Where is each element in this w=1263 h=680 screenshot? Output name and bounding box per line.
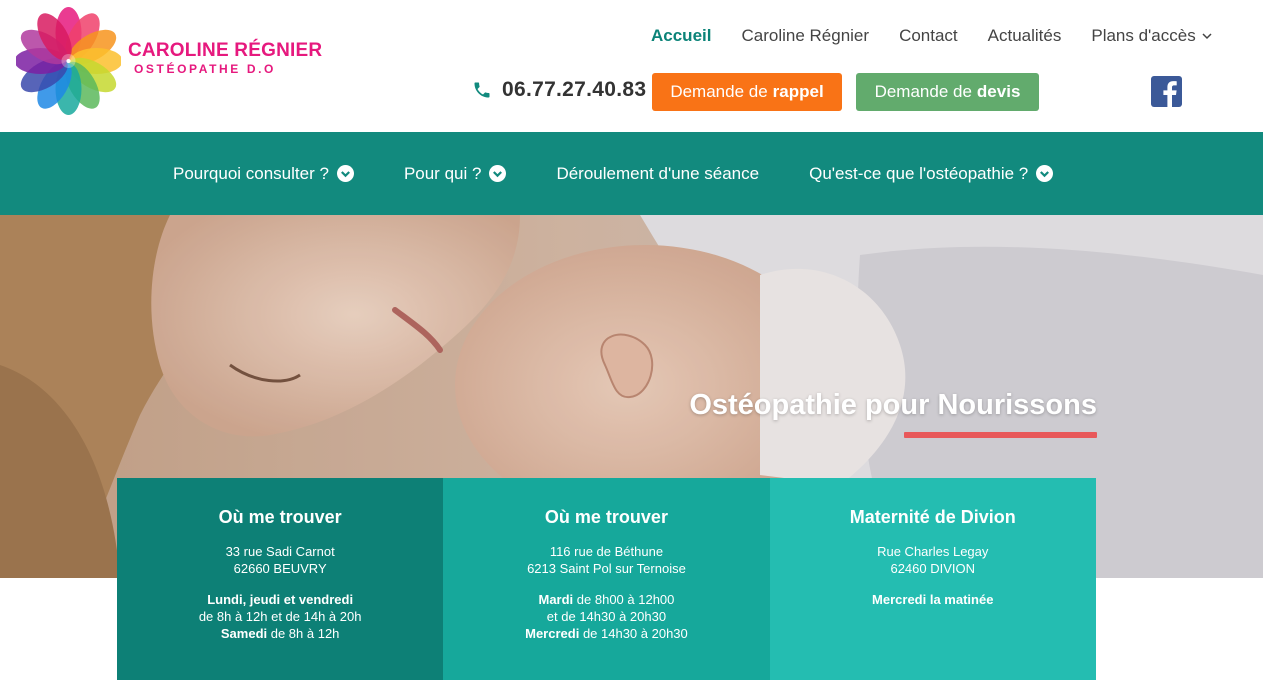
location-cards: Où me trouver 33 rue Sadi Carnot 62660 B… bbox=[117, 478, 1096, 680]
quote-prefix: Demande de bbox=[874, 82, 972, 101]
brand-name: CAROLINE RÉGNIER bbox=[128, 40, 323, 61]
nav-plans-acces-label: Plans d'accès bbox=[1091, 26, 1196, 45]
chevron-circle-down-icon bbox=[336, 165, 354, 182]
location-card-divion: Maternité de Divion Rue Charles Legay 62… bbox=[769, 478, 1096, 680]
hero-title: Ostéopathie pour Nourissons bbox=[689, 389, 1097, 421]
location-title: Où me trouver bbox=[218, 507, 342, 527]
subnav-deroulement-seance-label: Déroulement d'une séance bbox=[556, 163, 760, 183]
phone-number: 06.77.27.40.83 bbox=[502, 78, 647, 101]
hours-day: Mercredi bbox=[525, 626, 580, 641]
nav-contact[interactable]: Contact bbox=[899, 26, 958, 46]
subnav-pourquoi-consulter-label: Pourquoi consulter ? bbox=[173, 163, 329, 183]
callback-prefix: Demande de bbox=[670, 82, 768, 101]
facebook-link[interactable] bbox=[1151, 76, 1182, 107]
quote-strong: devis bbox=[976, 82, 1021, 101]
address-line: 62460 DIVION bbox=[890, 561, 976, 576]
address-line: 33 rue Sadi Carnot bbox=[225, 544, 335, 559]
callback-strong: rappel bbox=[772, 82, 824, 101]
subnav-quest-ce-que-osteopathie[interactable]: Qu'est-ce que l'ostéopathie ? bbox=[809, 163, 1054, 184]
address-line: 62660 BEUVRY bbox=[233, 561, 327, 576]
nav-accueil[interactable]: Accueil bbox=[651, 26, 711, 46]
location-hours: Mardi de 8h00 à 12h00 et de 14h30 à 20h3… bbox=[443, 591, 769, 642]
subnav-pourquoi-consulter[interactable]: Pourquoi consulter ? bbox=[173, 164, 354, 184]
nav-plans-acces[interactable]: Plans d'accès bbox=[1091, 26, 1212, 46]
chevron-down-icon bbox=[1202, 33, 1212, 40]
address-line: 6213 Saint Pol sur Ternoise bbox=[527, 561, 686, 576]
subnav-pour-qui[interactable]: Pour qui ? bbox=[404, 164, 507, 184]
location-address: 33 rue Sadi Carnot 62660 BEUVRY bbox=[117, 543, 443, 577]
location-title: Où me trouver bbox=[544, 507, 668, 527]
hours-time: et de 14h30 à 20h30 bbox=[546, 609, 667, 624]
nav-actualites[interactable]: Actualités bbox=[988, 26, 1062, 46]
logo[interactable]: CAROLINE RÉGNIER OSTÉOPATHE D.O bbox=[16, 6, 322, 116]
hours-time: de 8h à 12h et de 14h à 20h bbox=[198, 609, 362, 624]
hours-day: Mardi bbox=[538, 592, 574, 607]
hero-title-underline bbox=[904, 432, 1097, 438]
flower-logo-icon bbox=[16, 7, 121, 115]
phone-icon bbox=[474, 82, 490, 98]
secondary-nav: Pourquoi consulter ? Pour qui ? Déroulem… bbox=[0, 132, 1263, 215]
location-address: 116 rue de Béthune 6213 Saint Pol sur Te… bbox=[443, 543, 769, 577]
hours-day: Mercredi la matinée bbox=[872, 592, 994, 607]
location-hours: Mercredi la matinée bbox=[770, 591, 1096, 608]
subnav-pour-qui-label: Pour qui ? bbox=[403, 163, 482, 183]
quote-request-button[interactable]: Demande de devis bbox=[856, 73, 1039, 111]
hours-day: Lundi, jeudi et vendredi bbox=[207, 592, 354, 607]
location-title: Maternité de Divion bbox=[849, 507, 1016, 527]
chevron-circle-down-icon bbox=[1036, 165, 1054, 182]
phone-contact[interactable]: 06.77.27.40.83 bbox=[472, 78, 646, 102]
nav-caroline-regnier[interactable]: Caroline Régnier bbox=[741, 26, 869, 46]
top-nav: Accueil Caroline Régnier Contact Actuali… bbox=[636, 26, 1227, 46]
callback-request-button[interactable]: Demande de rappel bbox=[652, 73, 842, 111]
facebook-icon bbox=[1163, 81, 1177, 107]
brand-subtitle: OSTÉOPATHE D.O bbox=[134, 62, 276, 76]
hours-time: de 14h30 à 20h30 bbox=[579, 626, 688, 641]
location-card-saint-pol: Où me trouver 116 rue de Béthune 6213 Sa… bbox=[443, 478, 770, 680]
location-card-beuvry: Où me trouver 33 rue Sadi Carnot 62660 B… bbox=[117, 478, 444, 680]
hours-time: de 8h00 à 12h00 bbox=[573, 592, 675, 607]
location-hours: Lundi, jeudi et vendredi de 8h à 12h et … bbox=[117, 591, 443, 642]
address-line: Rue Charles Legay bbox=[877, 544, 989, 559]
chevron-circle-down-icon bbox=[489, 165, 507, 182]
location-address: Rue Charles Legay 62460 DIVION bbox=[770, 543, 1096, 577]
hours-day: Samedi bbox=[220, 626, 268, 641]
address-line: 116 rue de Béthune bbox=[549, 544, 664, 559]
hours-time: de 8h à 12h bbox=[267, 626, 340, 641]
subnav-deroulement-seance[interactable]: Déroulement d'une séance bbox=[556, 164, 759, 184]
subnav-quest-ce-que-osteopathie-label: Qu'est-ce que l'ostéopathie ? bbox=[809, 163, 1029, 183]
site-header: CAROLINE RÉGNIER OSTÉOPATHE D.O Accueil … bbox=[0, 0, 1263, 132]
